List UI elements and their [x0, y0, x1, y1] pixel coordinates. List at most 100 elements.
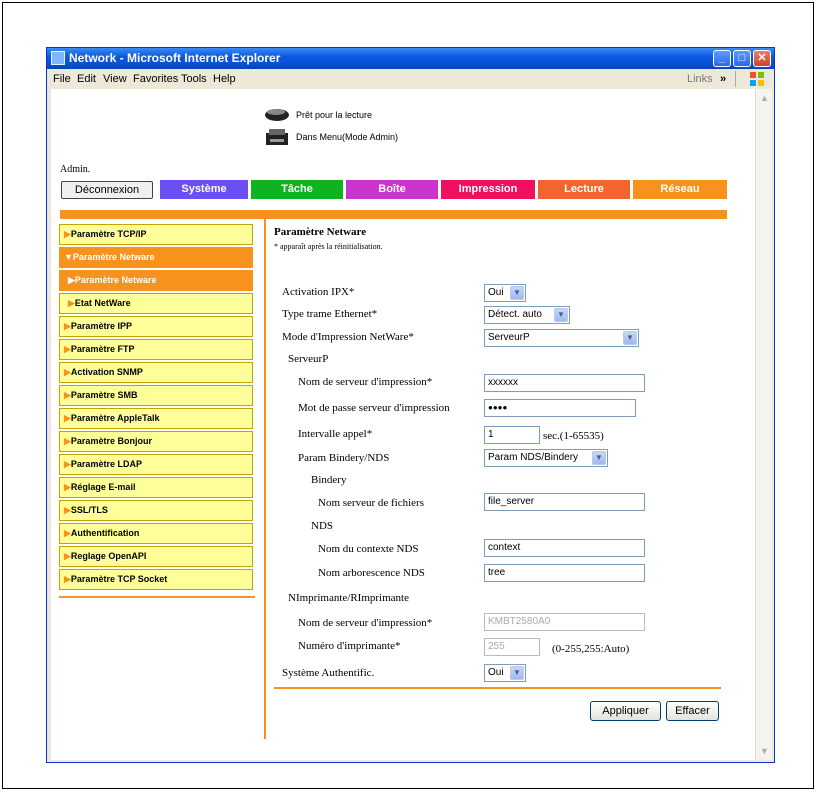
menu-edit[interactable]: Edit [77, 69, 96, 89]
sidebar-item-snmp[interactable]: ▶Activation SNMP [59, 362, 253, 383]
nprinter-section: NImprimante/RImprimante [288, 592, 409, 604]
arrow-right-icon: ▶ [64, 528, 71, 538]
apply-button[interactable]: Appliquer [590, 701, 661, 721]
arrow-right-icon: ▶ [68, 298, 75, 308]
sidebar-item-authentication[interactable]: ▶Authentification [59, 523, 253, 544]
tab-tache[interactable]: Tâche [251, 180, 343, 199]
menu-tools[interactable]: Tools [181, 69, 207, 89]
print-server-password-input[interactable]: ●●●● [484, 399, 636, 417]
file-server-input[interactable]: file_server [484, 493, 645, 511]
sidebar-item-ldap[interactable]: ▶Paramètre LDAP [59, 454, 253, 475]
sidebar-item-ftp[interactable]: ▶Paramètre FTP [59, 339, 253, 360]
print-server-name-label: Nom de serveur d'impression* [298, 376, 433, 388]
title-bar: Network - Microsoft Internet Explorer _ … [47, 48, 774, 69]
printer-number-input[interactable]: 255 [484, 638, 540, 656]
nprinter-server-label: Nom de serveur d'impression* [298, 617, 433, 629]
arrow-down-icon: ▼ [64, 252, 73, 262]
scroll-down-icon[interactable]: ▼ [758, 744, 771, 758]
minimize-icon[interactable]: _ [713, 50, 731, 67]
arrow-right-icon: ▶ [64, 390, 71, 400]
auth-system-value: Oui [488, 667, 504, 678]
page-title: Paramètre Netware [274, 226, 367, 238]
printer-icon [265, 109, 289, 121]
tab-reseau[interactable]: Réseau [633, 180, 727, 199]
tab-lecture[interactable]: Lecture [538, 180, 630, 199]
chevron-down-icon: ▼ [510, 666, 524, 680]
auth-system-label: Système Authentific. [282, 667, 375, 679]
reset-note: * apparaît après la réinitialisation. [274, 242, 383, 251]
sidebar-item-label: Paramètre SMB [70, 390, 138, 400]
sidebar-item-openapi[interactable]: ▶Reglage OpenAPI [59, 546, 253, 567]
file-server-label: Nom serveur de fichiers [318, 497, 424, 509]
ipx-select[interactable]: Oui ▼ [484, 284, 526, 302]
window-title: Network - Microsoft Internet Explorer [69, 51, 281, 65]
tab-impression[interactable]: Impression [441, 180, 535, 199]
sidebar-item-label: Paramètre FTP [70, 344, 135, 354]
sidebar-item-email[interactable]: ▶Réglage E-mail [59, 477, 253, 498]
arrow-right-icon: ▶ [64, 367, 71, 377]
auth-system-select[interactable]: Oui ▼ [484, 664, 526, 682]
chevron-down-icon: ▼ [554, 308, 568, 322]
sidebar-item-smb[interactable]: ▶Paramètre SMB [59, 385, 253, 406]
arrow-right-icon: ▶ [64, 459, 71, 469]
polling-interval-label: Intervalle appel* [298, 428, 373, 440]
scroll-up-icon[interactable]: ▲ [758, 91, 771, 105]
printer-number-range: (0-255,255:Auto) [552, 643, 630, 655]
sidebar-item-bonjour[interactable]: ▶Paramètre Bonjour [59, 431, 253, 452]
menu-separator [735, 71, 736, 87]
logout-button[interactable]: Déconnexion [61, 181, 153, 199]
print-mode-value: ServeurP [488, 332, 530, 343]
chevron-right-icon[interactable]: » [720, 69, 726, 89]
menu-favorites[interactable]: Favorites [133, 69, 178, 89]
sidebar-item-ssl[interactable]: ▶SSL/TLS [59, 500, 253, 521]
tab-boite[interactable]: Boîte [346, 180, 438, 199]
sidebar-item-label: SSL/TLS [70, 505, 108, 515]
menu-file[interactable]: File [53, 69, 71, 89]
nprinter-server-input[interactable]: KMBT2580A0 [484, 613, 645, 631]
status-admin-mode: Dans Menu(Mode Admin) [296, 132, 399, 142]
maximize-icon[interactable]: □ [733, 50, 751, 67]
sidebar-item-label: Paramètre LDAP [70, 459, 142, 469]
sidebar-item-label: Paramètre Netware [72, 252, 155, 262]
bindery-nds-label: Param Bindery/NDS [298, 452, 390, 464]
sidebar-item-tcpip[interactable]: ▶Paramètre TCP/IP [59, 224, 253, 245]
sidebar-item-tcp-socket[interactable]: ▶Paramètre TCP Socket [59, 569, 253, 590]
nds-section: NDS [311, 520, 334, 532]
bindery-nds-value: Param NDS/Bindery [488, 452, 579, 463]
links-toolbar[interactable]: Links [687, 69, 713, 89]
arrow-right-icon: ▶ [64, 344, 71, 354]
arrow-right-icon: ▶ [64, 574, 71, 584]
sidebar-item-netware[interactable]: ▼Paramètre Netware [59, 247, 253, 268]
tab-systeme[interactable]: Système [160, 180, 248, 199]
sidebar-item-label: Paramètre AppleTalk [70, 413, 160, 423]
print-server-password-label: Mot de passe serveur d'impression [298, 402, 450, 414]
clear-button[interactable]: Effacer [666, 701, 719, 721]
menu-help[interactable]: Help [213, 69, 236, 89]
sidebar-item-label: Paramètre TCP/IP [70, 229, 147, 239]
print-mode-select[interactable]: ServeurP ▼ [484, 329, 639, 347]
ie-icon [51, 51, 65, 65]
printer-icon [266, 129, 288, 145]
vertical-scrollbar[interactable]: ▲ ▼ [755, 89, 772, 760]
sidebar-item-label: Activation SNMP [70, 367, 143, 377]
bindery-nds-select[interactable]: Param NDS/Bindery ▼ [484, 449, 608, 467]
sidebar-subitem-netware-settings[interactable]: ▶Paramètre Netware [59, 270, 253, 291]
close-icon[interactable]: ✕ [753, 50, 771, 67]
admin-label: Admin. [60, 164, 91, 175]
nds-tree-input[interactable]: tree [484, 564, 645, 582]
sidebar-item-label: Etat NetWare [74, 298, 131, 308]
print-server-name-input[interactable]: xxxxxx [484, 374, 645, 392]
windows-logo-icon [750, 72, 764, 86]
polling-interval-unit: sec.(1-65535) [543, 430, 604, 442]
nds-context-input[interactable]: context [484, 539, 645, 557]
frame-type-select[interactable]: Détect. auto ▼ [484, 306, 570, 324]
sidebar-subitem-netware-status[interactable]: ▶Etat NetWare [59, 293, 253, 314]
sidebar-item-ipp[interactable]: ▶Paramètre IPP [59, 316, 253, 337]
menu-view[interactable]: View [103, 69, 127, 89]
polling-interval-input[interactable]: 1 [484, 426, 540, 444]
content-divider [264, 219, 266, 739]
sidebar-item-appletalk[interactable]: ▶Paramètre AppleTalk [59, 408, 253, 429]
chevron-down-icon: ▼ [623, 331, 637, 345]
status-ready: Prêt pour la lecture [296, 110, 373, 120]
arrow-right-icon: ▶ [68, 275, 75, 285]
